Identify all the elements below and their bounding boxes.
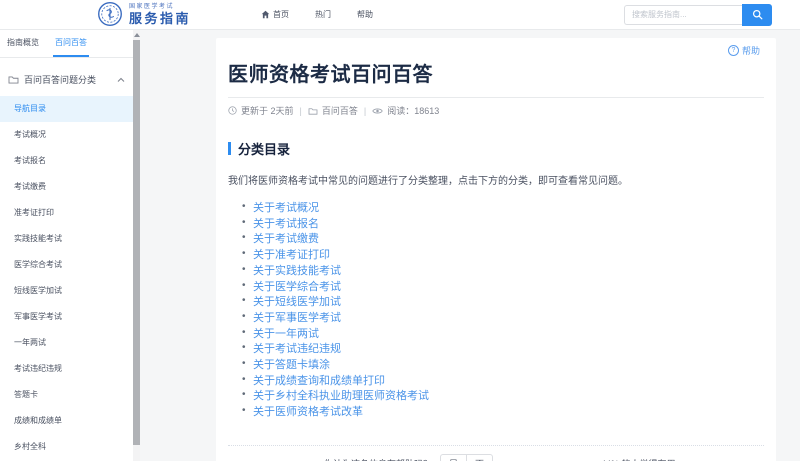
- category-link[interactable]: 关于成绩查询和成绩单打印: [253, 375, 385, 387]
- page-title: 医师资格考试百问百答: [228, 38, 764, 87]
- category-link-item: 关于乡村全科执业助理医师资格考试: [242, 388, 764, 404]
- sidebar-category-item[interactable]: 导航目录: [0, 96, 133, 122]
- category-link-item: 关于考试报名: [242, 216, 764, 232]
- nav-hot-label: 热门: [315, 9, 331, 20]
- feedback-stat: 44% 的人觉得有用: [601, 457, 676, 461]
- category-link[interactable]: 关于短线医学加试: [253, 296, 341, 308]
- meta-separator-2: |: [364, 106, 366, 116]
- category-link-item: 关于答题卡填涂: [242, 357, 764, 373]
- scrollbar-up-arrow-icon[interactable]: [134, 33, 140, 37]
- category-link[interactable]: 关于考试概况: [253, 202, 319, 214]
- sidebar-category-item[interactable]: 成绩和成绩单: [0, 408, 133, 434]
- sidebar-category-item[interactable]: 答题卡: [0, 382, 133, 408]
- category-link-item: 关于考试违纪违规: [242, 341, 764, 357]
- article-meta: 更新于 2天前 | 百问百答 | 阅读：18613: [228, 104, 764, 117]
- question-circle-icon: ?: [728, 45, 739, 56]
- category-link[interactable]: 关于医师资格考试改革: [253, 406, 363, 418]
- eye-icon: [372, 107, 383, 115]
- magnifier-icon: [752, 9, 763, 20]
- article-help-label: 帮助: [742, 44, 760, 57]
- category-tree-title: 百问百答问题分类: [24, 73, 96, 86]
- sidebar-category-item[interactable]: 考试违纪违规: [0, 356, 133, 382]
- nav-home[interactable]: 首页: [261, 9, 289, 20]
- category-link[interactable]: 关于一年两试: [253, 328, 319, 340]
- sidebar-category-item[interactable]: 一年两试: [0, 330, 133, 356]
- heading-accent-bar: [228, 142, 231, 155]
- site-logo[interactable]: 国家医学考试 服务指南: [97, 3, 191, 27]
- logo-title: 服务指南: [129, 12, 191, 25]
- search-bar: [624, 4, 772, 26]
- meta-updated: 更新于 2天前: [241, 104, 294, 117]
- clock-icon: [228, 106, 237, 115]
- category-link-list: 关于考试概况 关于考试报名 关于考试缴费 关于准考证打印 关于实践技能考试 关于…: [228, 200, 764, 420]
- category-link[interactable]: 关于答题卡填涂: [253, 359, 330, 371]
- feedback-widget: 你认为这条信息有帮助吗？ 是 否 44% 的人觉得有用: [228, 445, 764, 461]
- feedback-question: 你认为这条信息有帮助吗？: [324, 457, 432, 461]
- chevron-up-icon[interactable]: [117, 77, 125, 83]
- category-link-item: 关于医学综合考试: [242, 279, 764, 295]
- category-link[interactable]: 关于乡村全科执业助理医师资格考试: [253, 390, 429, 402]
- category-link-item: 关于成绩查询和成绩单打印: [242, 373, 764, 389]
- top-nav: 首页 热门 帮助: [261, 9, 373, 20]
- category-link-item: 关于准考证打印: [242, 247, 764, 263]
- category-link-item: 关于实践技能考试: [242, 263, 764, 279]
- category-link[interactable]: 关于考试报名: [253, 218, 319, 230]
- tab-guide-overview[interactable]: 指南概览: [5, 30, 41, 57]
- sidebar-category-item[interactable]: 考试缴费: [0, 174, 133, 200]
- category-link-item: 关于一年两试: [242, 326, 764, 342]
- meta-category: 百问百答: [322, 104, 358, 117]
- sidebar-category-list: 导航目录考试概况考试报名考试缴费准考证打印实践技能考试医学综合考试短线医学加试军…: [0, 96, 133, 460]
- folder-small-icon: [308, 107, 318, 115]
- feedback-yes-button[interactable]: 是: [440, 454, 467, 461]
- category-link[interactable]: 关于实践技能考试: [253, 265, 341, 277]
- sidebar-scrollbar[interactable]: [133, 30, 140, 461]
- home-icon: [261, 10, 270, 19]
- article-help-link[interactable]: ? 帮助: [728, 44, 760, 57]
- meta-reads: 阅读：18613: [387, 104, 439, 117]
- category-link[interactable]: 关于军事医学考试: [253, 312, 341, 324]
- feedback-button-group: 是 否: [440, 454, 493, 461]
- section-heading: 分类目录: [228, 139, 764, 158]
- content-card: ? 帮助 医师资格考试百问百答 更新于 2天前 | 百问百答 | 阅读：1861…: [216, 38, 776, 461]
- section-heading-label: 分类目录: [238, 139, 290, 158]
- logo-subtitle: 国家医学考试: [129, 4, 191, 10]
- logo-emblem-icon: [97, 1, 123, 27]
- sidebar-tabs: 指南概览 百问百答: [0, 30, 133, 58]
- sidebar-category-item[interactable]: 短线医学加试: [0, 278, 133, 304]
- category-link-item: 关于军事医学考试: [242, 310, 764, 326]
- category-link[interactable]: 关于考试违纪违规: [253, 343, 341, 355]
- feedback-no-button[interactable]: 否: [466, 454, 493, 461]
- category-link-item: 关于短线医学加试: [242, 294, 764, 310]
- nav-help[interactable]: 帮助: [357, 9, 373, 20]
- sidebar-category-item[interactable]: 乡村全科: [0, 434, 133, 460]
- title-divider: [228, 97, 764, 98]
- tab-faq[interactable]: 百问百答: [53, 30, 89, 57]
- meta-separator: |: [300, 106, 302, 116]
- intro-paragraph: 我们将医师资格考试中常见的问题进行了分类整理，点击下方的分类，即可查看常见问题。: [228, 172, 764, 187]
- search-button[interactable]: [742, 4, 772, 26]
- category-tree-header[interactable]: 百问百答问题分类: [8, 73, 125, 86]
- search-input[interactable]: [624, 5, 742, 25]
- category-link[interactable]: 关于考试缴费: [253, 233, 319, 245]
- folder-icon: [8, 75, 19, 84]
- left-sidebar: 指南概览 百问百答 百问百答问题分类 导航目录考试概况考试报名考试缴费准考证打印…: [0, 30, 133, 461]
- sidebar-category-item[interactable]: 准考证打印: [0, 200, 133, 226]
- sidebar-category-item[interactable]: 实践技能考试: [0, 226, 133, 252]
- scrollbar-thumb[interactable]: [133, 40, 140, 445]
- nav-hot[interactable]: 热门: [315, 9, 331, 20]
- nav-home-label: 首页: [273, 9, 289, 20]
- category-link-item: 关于考试概况: [242, 200, 764, 216]
- category-link-item: 关于考试缴费: [242, 231, 764, 247]
- sidebar-category-item[interactable]: 考试报名: [0, 148, 133, 174]
- category-link-item: 关于医师资格考试改革: [242, 404, 764, 420]
- category-link[interactable]: 关于医学综合考试: [253, 281, 341, 293]
- sidebar-category-item[interactable]: 医学综合考试: [0, 252, 133, 278]
- nav-help-label: 帮助: [357, 9, 373, 20]
- top-header: 国家医学考试 服务指南 首页 热门 帮助: [0, 0, 800, 30]
- sidebar-category-item[interactable]: 军事医学考试: [0, 304, 133, 330]
- category-link[interactable]: 关于准考证打印: [253, 249, 330, 261]
- sidebar-category-item[interactable]: 考试概况: [0, 122, 133, 148]
